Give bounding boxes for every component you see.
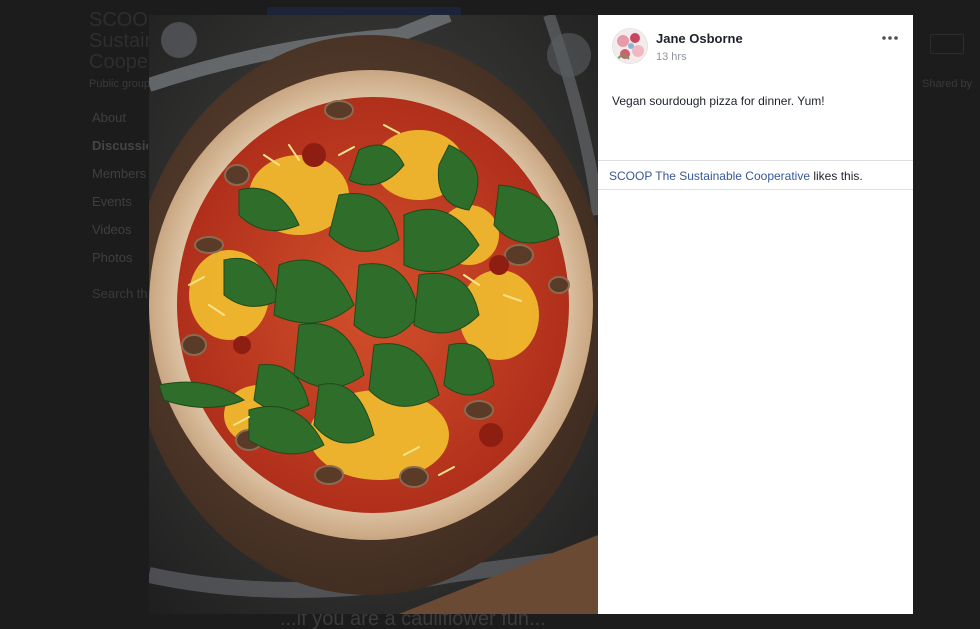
likes-line: SCOOP The Sustainable Cooperative likes … (609, 169, 863, 183)
background-group-nav: About Discussion Members Events Videos P… (92, 108, 148, 276)
background-cover-bar (267, 7, 461, 15)
background-nav-item: Events (92, 194, 132, 209)
likes-suffix: likes this. (810, 169, 863, 183)
background-nav-item: Photos (92, 250, 133, 265)
background-button (930, 34, 964, 54)
more-options-button[interactable] (878, 28, 902, 48)
pizza-photo (149, 15, 598, 614)
background-privacy-label: Public group (89, 78, 149, 90)
background-group-title: SCOOP The Sustainable Cooperative (89, 10, 149, 73)
post-timestamp[interactable]: 13 hrs (656, 51, 687, 63)
background-title-line: Cooperative (89, 51, 149, 73)
background-title-line: SCOOP The (89, 10, 149, 31)
post-photo[interactable] (149, 15, 598, 614)
author-avatar[interactable] (612, 28, 648, 64)
background-nav-item: About (92, 110, 126, 125)
background-title-line: Sustainable (89, 30, 149, 52)
background-right-label: Shared by (922, 78, 973, 90)
more-options-icon (882, 35, 898, 40)
background-nav-item: Discussion (92, 138, 148, 153)
likes-summary: SCOOP The Sustainable Cooperative likes … (598, 160, 913, 190)
post-caption: Vegan sourdough pizza for dinner. Yum! (612, 94, 825, 108)
author-name[interactable]: Jane Osborne (656, 31, 743, 46)
background-nav-item: Videos (92, 222, 132, 237)
post-details-panel: Jane Osborne 13 hrs Vegan sourdough pizz… (598, 15, 913, 614)
background-search-field: Search this group (92, 286, 148, 301)
floral-avatar-icon (613, 29, 647, 63)
liker-link[interactable]: SCOOP The Sustainable Cooperative (609, 169, 810, 183)
photo-viewer-stage: SCOOP The Sustainable Cooperative Public… (0, 0, 980, 629)
background-nav-item: Members (92, 166, 147, 181)
